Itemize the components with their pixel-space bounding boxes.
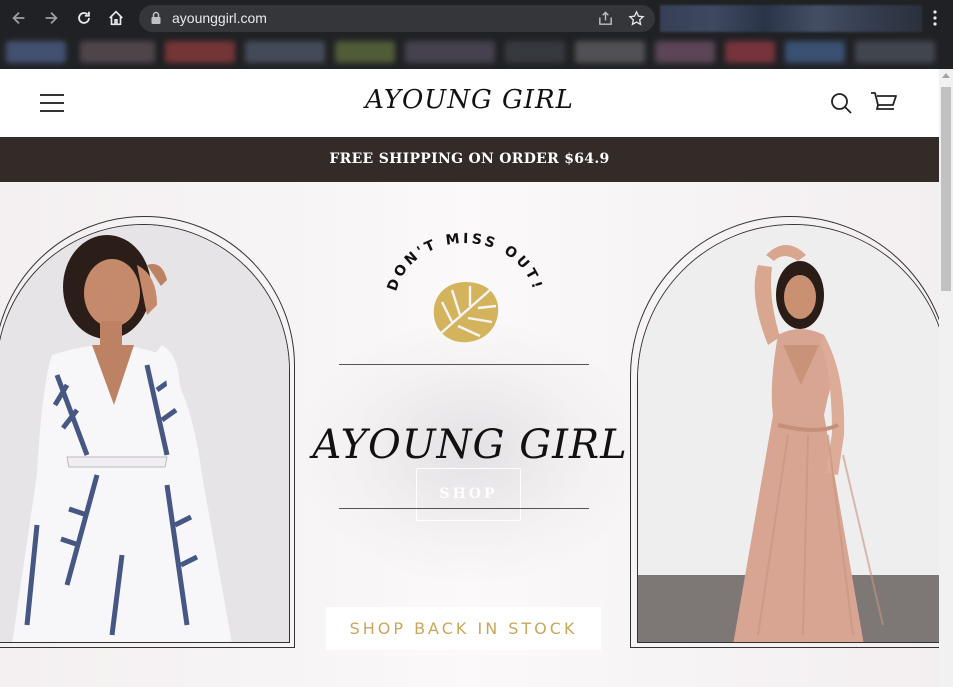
kebab-menu-icon[interactable]: [926, 8, 944, 28]
bookmark-item[interactable]: [405, 41, 495, 63]
vertical-scrollbar[interactable]: [939, 69, 953, 687]
bookmark-item[interactable]: [6, 41, 66, 63]
announcement-bar[interactable]: FREE SHIPPING ON ORDER $64.9: [0, 137, 939, 182]
site-header: AYOUNG GIRL: [0, 69, 939, 137]
monstera-leaf-icon: [433, 282, 499, 343]
hero-brand-title: AYOUNG GIRL: [312, 422, 628, 468]
url-text[interactable]: ayounggirl.com: [172, 10, 267, 26]
site-logo[interactable]: AYOUNG GIRL: [0, 85, 939, 115]
shop-back-in-stock-button[interactable]: SHOP BACK IN STOCK: [326, 607, 601, 650]
home-icon[interactable]: [105, 7, 127, 29]
page-viewport: AYOUNG GIRL FREE SHIPPING ON ORDER $64.9: [0, 69, 939, 687]
search-icon[interactable]: [829, 91, 853, 115]
cart-icon[interactable]: [870, 90, 898, 114]
bookmark-item[interactable]: [165, 41, 235, 63]
back-icon[interactable]: [8, 7, 30, 29]
bookmark-item[interactable]: [80, 41, 155, 63]
bookmark-item[interactable]: [855, 41, 935, 63]
bookmark-item[interactable]: [725, 41, 775, 63]
browser-chrome: ayounggirl.com: [0, 0, 953, 69]
bookmark-item[interactable]: [785, 41, 845, 63]
star-icon[interactable]: [628, 10, 645, 27]
share-icon[interactable]: [597, 10, 614, 27]
model-illustration: [0, 225, 289, 642]
scrollbar-thumb[interactable]: [941, 87, 951, 291]
left-model-image[interactable]: [0, 224, 290, 643]
divider-line: [339, 364, 589, 365]
lock-icon[interactable]: [150, 11, 162, 25]
hero-banner[interactable]: DON'T MISS OUT! AYOUNG GIRL SHOP SHOP BA…: [0, 182, 939, 687]
forward-icon[interactable]: [40, 7, 62, 29]
extensions-area[interactable]: [660, 5, 922, 32]
divider-line: [339, 508, 589, 509]
bookmark-item[interactable]: [245, 41, 325, 63]
bookmark-item[interactable]: [575, 41, 645, 63]
address-bar[interactable]: ayounggirl.com: [139, 5, 655, 32]
bookmark-item[interactable]: [335, 41, 395, 63]
bookmark-item[interactable]: [655, 41, 715, 63]
bookmark-item[interactable]: [505, 41, 565, 63]
model-illustration: [638, 225, 939, 642]
scroll-up-arrow-icon[interactable]: [942, 73, 950, 78]
bookmarks-bar: [0, 37, 953, 67]
reload-icon[interactable]: [73, 7, 95, 29]
right-model-image[interactable]: [637, 224, 939, 643]
shop-button[interactable]: SHOP: [416, 468, 521, 521]
